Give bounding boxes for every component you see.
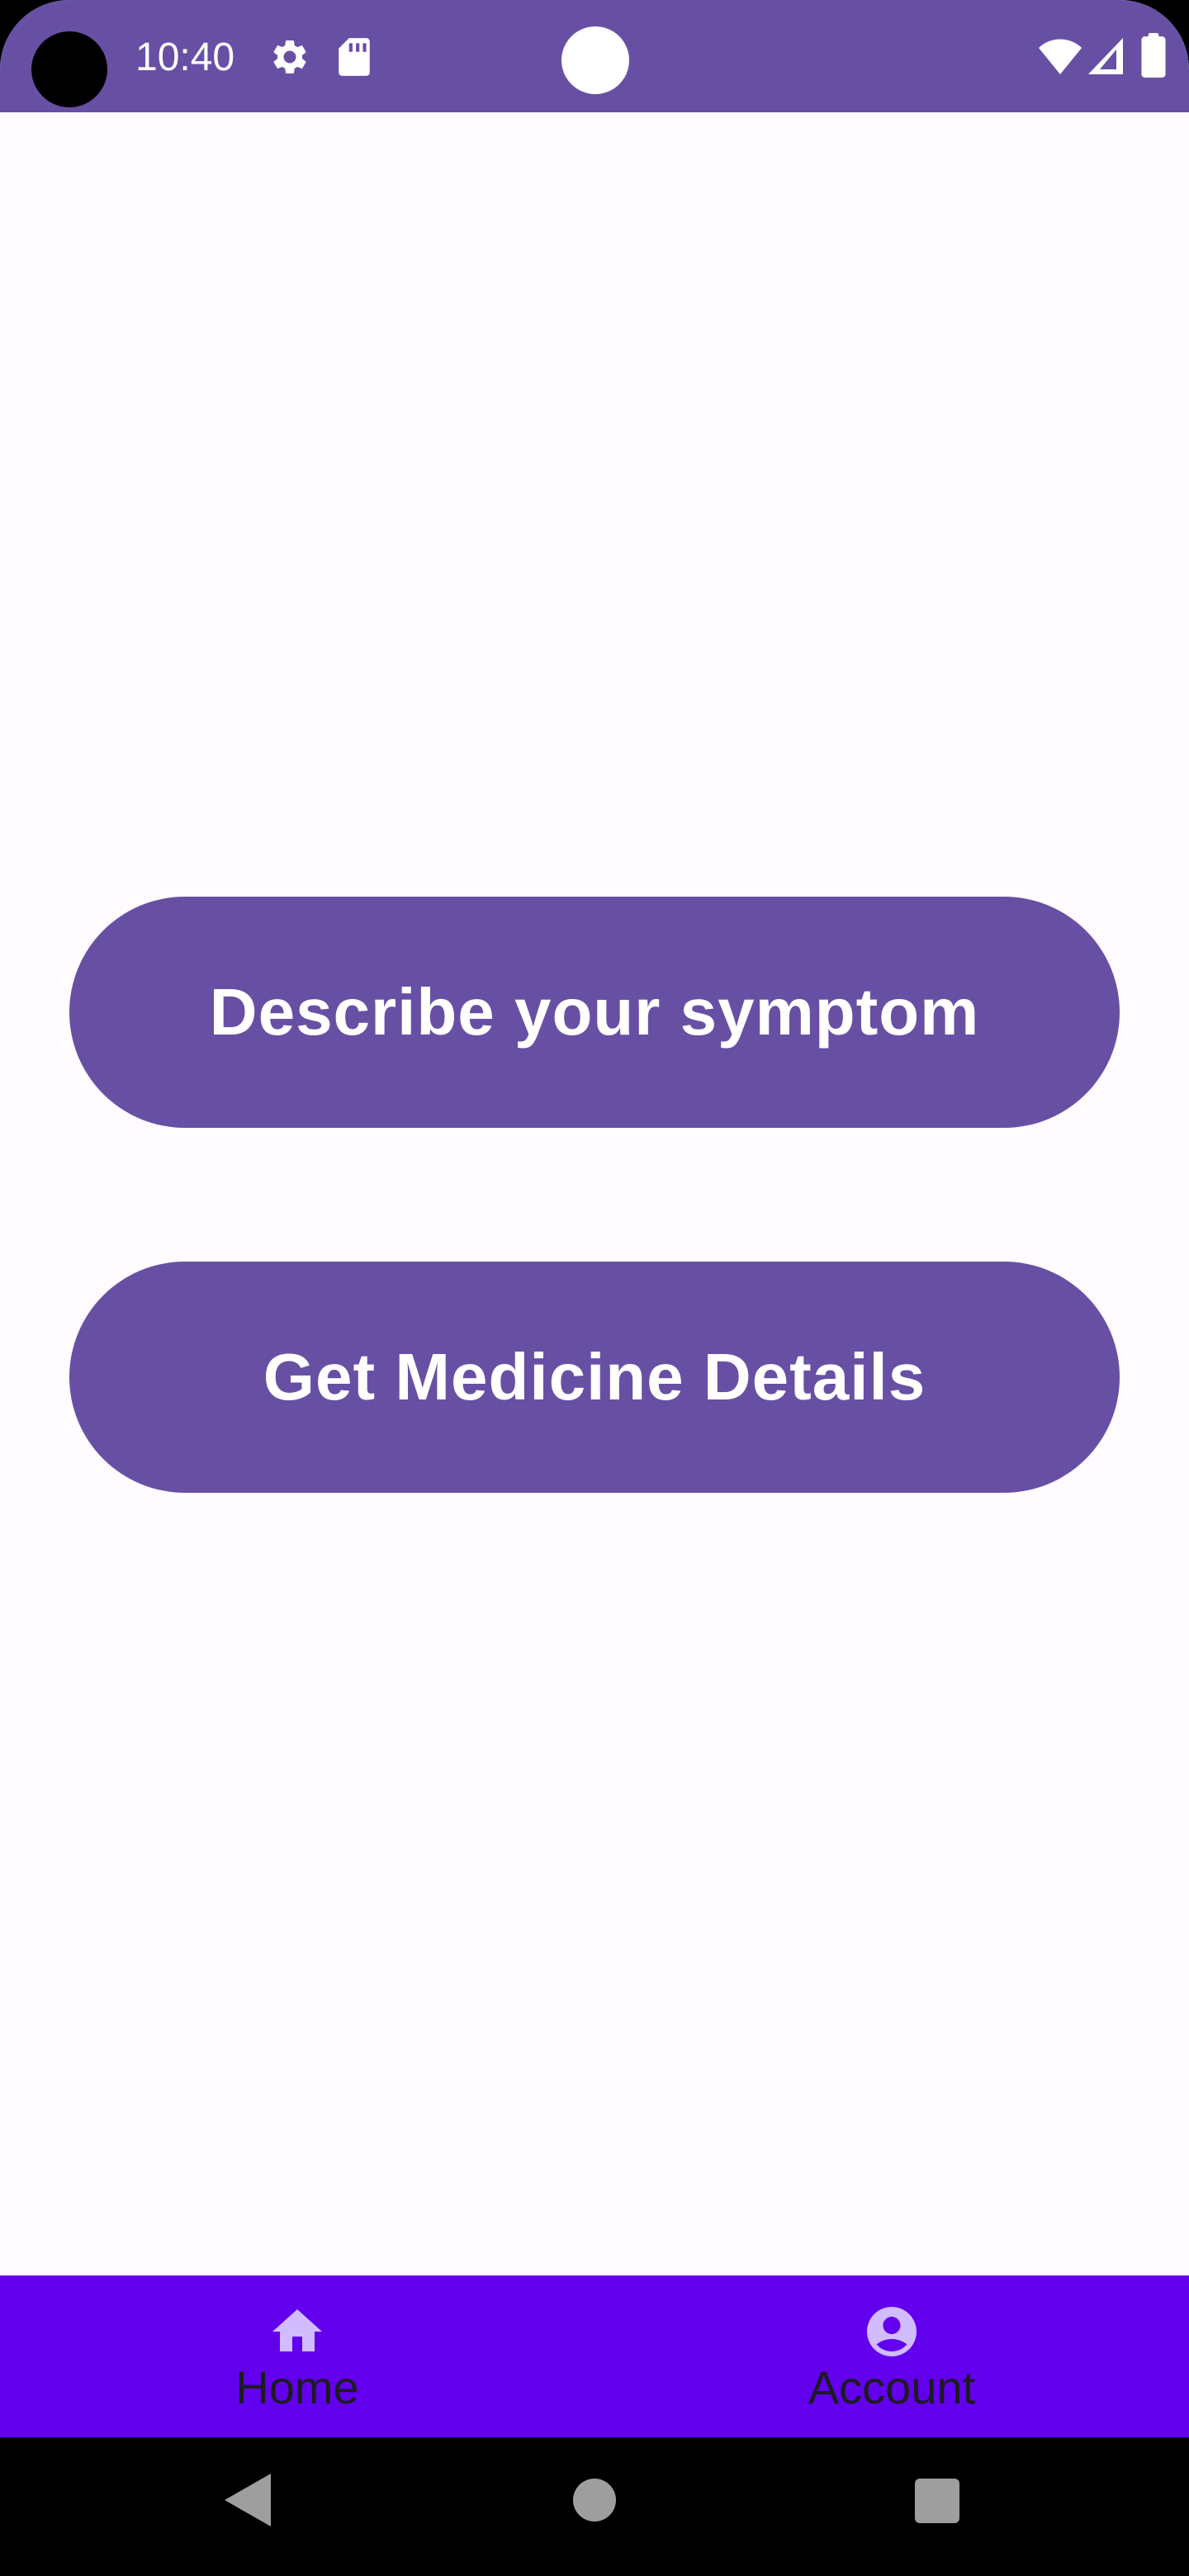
wifi-icon [1039, 39, 1082, 74]
bottom-navigation: Home Account [0, 2275, 1189, 2437]
camera-cutout [31, 31, 107, 107]
center-indicator-dot [561, 26, 629, 94]
status-bar: 10:40 [0, 0, 1189, 112]
sdcard-icon [339, 38, 370, 76]
nav-item-account[interactable]: Account [594, 2275, 1189, 2437]
nav-item-home[interactable]: Home [0, 2275, 594, 2437]
back-icon[interactable] [225, 2474, 271, 2526]
nav-label-home: Home [235, 2361, 359, 2413]
describe-symptom-button[interactable]: Describe your symptom [69, 897, 1120, 1128]
home-circle-icon[interactable] [573, 2479, 616, 2522]
account-icon [867, 2307, 917, 2356]
system-navigation-bar [0, 2437, 1189, 2576]
signal-icon [1088, 38, 1123, 74]
gear-icon [273, 40, 306, 73]
app-screen: 10:40 Describe your symptom Get Medicine… [0, 0, 1189, 2576]
battery-icon [1141, 33, 1166, 78]
nav-label-account: Account [808, 2361, 976, 2413]
recents-icon[interactable] [915, 2479, 959, 2523]
get-medicine-details-button[interactable]: Get Medicine Details [69, 1262, 1120, 1493]
status-time: 10:40 [135, 36, 235, 79]
home-icon [272, 2309, 322, 2351]
